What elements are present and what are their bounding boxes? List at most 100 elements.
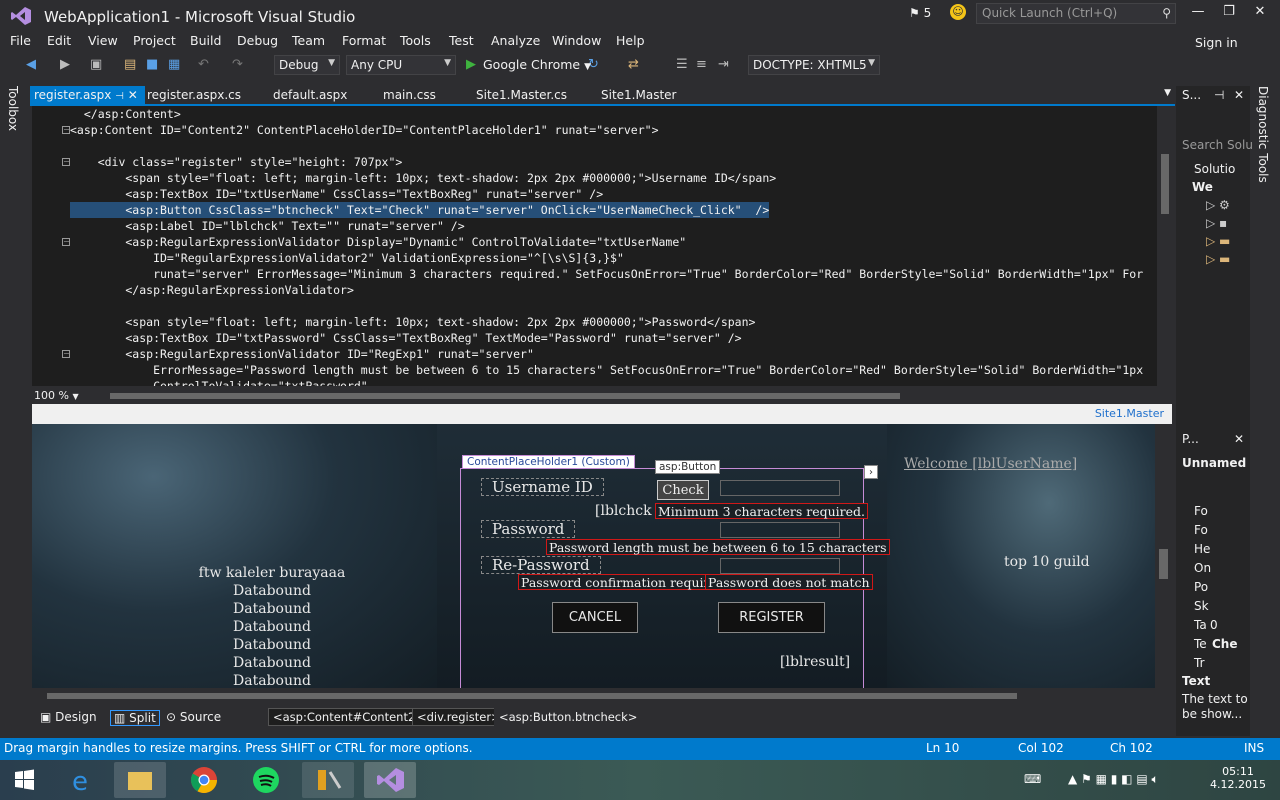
master-page-link[interactable]: Site1.Master bbox=[1095, 407, 1164, 420]
property-row[interactable]: On bbox=[1194, 561, 1211, 575]
doctype-select[interactable]: DOCTYPE: XHTML5 ▼ bbox=[748, 55, 880, 75]
save-icon[interactable]: ■ bbox=[146, 57, 158, 72]
forward-icon[interactable]: ▶ bbox=[60, 57, 70, 72]
scroll-thumb[interactable] bbox=[1161, 154, 1169, 214]
project-node[interactable]: We bbox=[1192, 180, 1213, 194]
check-button[interactable]: Check bbox=[657, 480, 709, 500]
menu-window[interactable]: Window bbox=[552, 33, 601, 48]
breadcrumb-div-register[interactable]: <div.register> bbox=[412, 708, 506, 726]
keyboard-icon[interactable]: ⌨ bbox=[1024, 772, 1041, 786]
new-project-icon[interactable]: ▣ bbox=[90, 57, 102, 72]
menu-help[interactable]: Help bbox=[616, 33, 645, 48]
toolbox-tab[interactable]: Toolbox bbox=[6, 86, 20, 131]
back-icon[interactable]: ◀ bbox=[26, 57, 36, 72]
menu-edit[interactable]: Edit bbox=[47, 33, 71, 48]
design-vertical-scrollbar[interactable] bbox=[1155, 424, 1172, 688]
quick-launch-input[interactable]: Quick Launch (Ctrl+Q) ⚲ bbox=[976, 3, 1176, 24]
property-row[interactable]: Sk bbox=[1194, 599, 1209, 613]
close-window-button[interactable]: ✕ bbox=[1245, 4, 1275, 24]
editor-vertical-scrollbar[interactable] bbox=[1157, 106, 1173, 386]
code-editor[interactable]: − − − − </asp:Content> <asp:Content ID="… bbox=[32, 106, 1157, 386]
tab-register-aspx[interactable]: register.aspx ⊣ ✕ bbox=[30, 86, 145, 105]
file-explorer-icon[interactable] bbox=[114, 762, 166, 798]
source-view-button[interactable]: ⊙ Source bbox=[166, 710, 221, 724]
menu-project[interactable]: Project bbox=[133, 33, 176, 48]
collapse-icon[interactable]: − bbox=[62, 350, 70, 358]
username-textbox[interactable] bbox=[720, 480, 840, 496]
tree-node-folder[interactable]: ▷ ▬ bbox=[1206, 252, 1230, 266]
system-clock[interactable]: 05:11 4.12.2015 bbox=[1210, 765, 1266, 791]
visual-studio-taskbar-icon[interactable] bbox=[364, 762, 416, 798]
open-file-icon[interactable]: ▤ bbox=[124, 57, 136, 72]
pin-icon[interactable]: ⊣ bbox=[115, 91, 124, 102]
design-horizontal-scrollbar[interactable] bbox=[32, 688, 1157, 704]
editor-horizontal-scrollbar[interactable] bbox=[32, 388, 1172, 404]
indent-icon[interactable]: ⇥ bbox=[718, 57, 729, 72]
tab-site1-master-cs[interactable]: Site1.Master.cs bbox=[472, 86, 571, 105]
property-row[interactable]: Fo bbox=[1194, 523, 1208, 537]
zoom-level[interactable]: 100 % ▼ bbox=[34, 389, 79, 402]
internet-explorer-icon[interactable]: e bbox=[56, 762, 108, 798]
browser-link-icon[interactable]: ⇄ bbox=[628, 57, 639, 72]
cancel-button[interactable]: CANCEL bbox=[552, 602, 638, 633]
save-all-icon[interactable]: ▦ bbox=[168, 57, 180, 72]
redo-icon[interactable]: ↷ bbox=[232, 57, 243, 72]
menu-file[interactable]: File bbox=[10, 33, 31, 48]
menu-debug[interactable]: Debug bbox=[237, 33, 278, 48]
tools-app-icon[interactable] bbox=[302, 762, 354, 798]
property-row[interactable]: Fo bbox=[1194, 504, 1208, 518]
menu-team[interactable]: Team bbox=[292, 33, 325, 48]
close-icon[interactable]: ✕ bbox=[1234, 432, 1244, 446]
restore-button[interactable]: ❐ bbox=[1214, 4, 1244, 24]
chrome-icon[interactable] bbox=[178, 762, 230, 798]
solution-search-input[interactable]: Search Solu bbox=[1182, 138, 1253, 152]
diagnostic-tools-tab[interactable]: Diagnostic Tools bbox=[1256, 86, 1270, 183]
tray-icons[interactable]: ▲ ⚑ ▦ ▮ ◧ ▤ 🔈︎ bbox=[1068, 772, 1159, 787]
breadcrumb-button-btncheck[interactable]: <asp:Button.btncheck> bbox=[494, 708, 643, 726]
tab-default-aspx[interactable]: default.aspx bbox=[269, 86, 351, 105]
close-icon[interactable]: ✕ bbox=[1234, 88, 1244, 102]
minimize-button[interactable]: — bbox=[1183, 4, 1213, 24]
property-row[interactable]: He bbox=[1194, 542, 1210, 556]
repassword-textbox[interactable] bbox=[720, 558, 840, 574]
notification-flag[interactable]: ⚑ 5 bbox=[909, 6, 931, 20]
menu-view[interactable]: View bbox=[88, 33, 118, 48]
collapse-icon[interactable]: − bbox=[62, 238, 70, 246]
format-document-icon[interactable]: ≡ bbox=[696, 57, 707, 72]
menu-tools[interactable]: Tools bbox=[400, 33, 431, 48]
property-row[interactable]: Tr bbox=[1194, 656, 1205, 670]
platform-select[interactable]: Any CPU ▼ bbox=[346, 55, 456, 75]
tab-main-css[interactable]: main.css bbox=[379, 86, 440, 105]
collapse-icon[interactable]: − bbox=[62, 126, 70, 134]
register-button[interactable]: REGISTER bbox=[718, 602, 825, 633]
solution-node[interactable]: Solutio bbox=[1194, 162, 1235, 176]
tree-node-folder[interactable]: ▷ ▬ bbox=[1206, 234, 1230, 248]
start-debugging-icon[interactable]: ▶ bbox=[466, 57, 476, 72]
split-divider[interactable]: Site1.Master bbox=[32, 404, 1172, 424]
start-button[interactable] bbox=[4, 762, 44, 798]
split-view-button[interactable]: ▥ Split bbox=[110, 710, 160, 726]
browser-select[interactable]: Google Chrome ▼ bbox=[483, 57, 591, 72]
property-value[interactable]: Che bbox=[1212, 637, 1238, 651]
pin-icon[interactable]: ⊣ bbox=[1214, 88, 1224, 102]
tab-register-aspx-cs[interactable]: register.aspx.cs bbox=[143, 86, 245, 105]
password-textbox[interactable] bbox=[720, 522, 840, 538]
design-view[interactable]: ftw kaleler burayaaa Databound Databound… bbox=[32, 424, 1157, 688]
undo-icon[interactable]: ↶ bbox=[198, 57, 209, 72]
menu-test[interactable]: Test bbox=[449, 33, 474, 48]
properties-object-select[interactable]: Unnamed bbox=[1182, 456, 1246, 470]
feedback-smiley-icon[interactable]: ☺ bbox=[950, 4, 966, 20]
close-icon[interactable]: ✕ bbox=[128, 88, 138, 102]
design-view-button[interactable]: ▣ Design bbox=[40, 710, 97, 724]
collapse-icon[interactable]: − bbox=[62, 158, 70, 166]
property-value[interactable]: 0 bbox=[1210, 618, 1218, 632]
tree-node-properties[interactable]: ▷ ⚙ bbox=[1206, 198, 1230, 212]
scroll-thumb[interactable] bbox=[110, 393, 900, 399]
scroll-thumb[interactable] bbox=[47, 693, 1017, 699]
configuration-select[interactable]: Debug ▼ bbox=[274, 55, 340, 75]
property-row[interactable]: Po bbox=[1194, 580, 1208, 594]
sign-in-link[interactable]: Sign in bbox=[1195, 35, 1238, 50]
tree-node-references[interactable]: ▷ ▪ bbox=[1206, 216, 1227, 230]
menu-build[interactable]: Build bbox=[190, 33, 221, 48]
menu-format[interactable]: Format bbox=[342, 33, 386, 48]
